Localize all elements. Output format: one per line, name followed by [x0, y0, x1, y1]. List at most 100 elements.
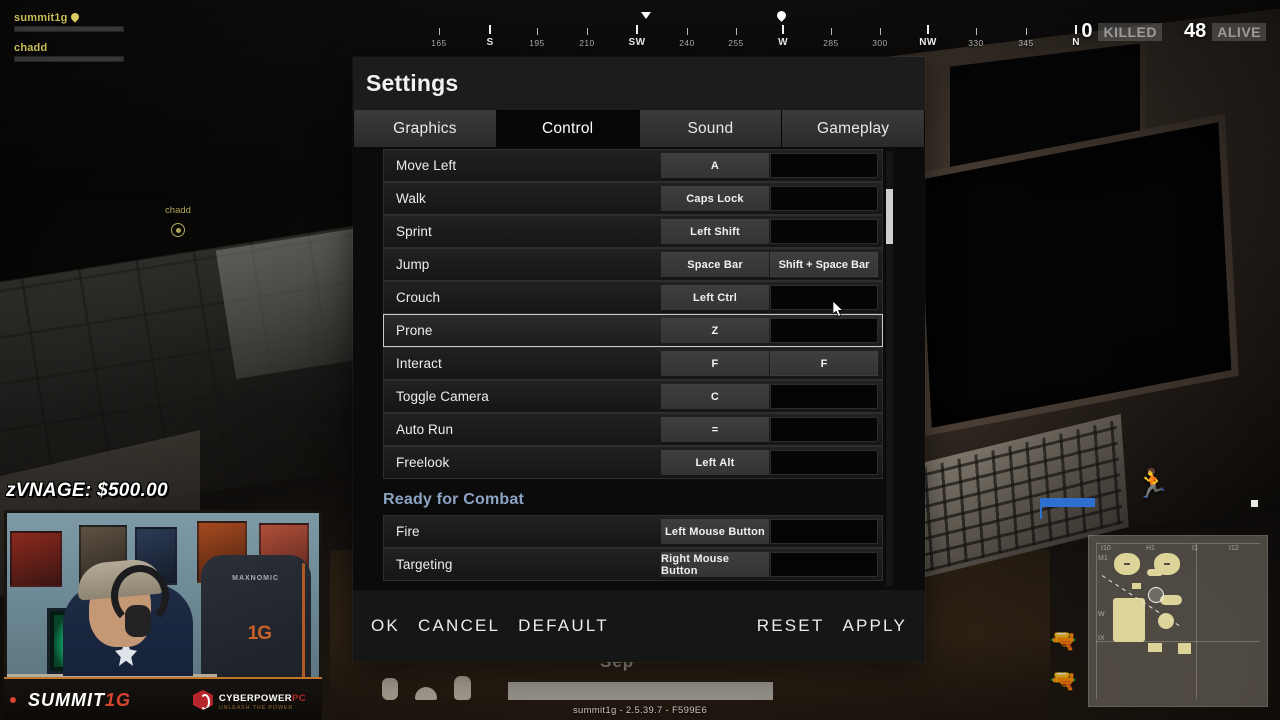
compass-tick-label: 345 [1018, 38, 1034, 48]
compass-tick-mark [879, 28, 881, 35]
keybinding-primary-key[interactable]: Left Shift [661, 219, 769, 244]
keybinding-secondary-key[interactable] [770, 384, 878, 409]
triangle-down-icon [641, 12, 651, 19]
compass-tick-mark [735, 28, 737, 35]
keybinding-row[interactable]: Sprint Left Shift [383, 215, 883, 248]
settings-dialog: Settings Graphics Control Sound Gameplay Mo… [353, 57, 925, 662]
keybinding-secondary-key[interactable] [770, 219, 878, 244]
keybinding-row[interactable]: Jump Space Bar Shift + Space Bar [383, 248, 883, 281]
tab-control[interactable]: Control [496, 110, 639, 147]
keybinding-row[interactable]: Freelook Left Alt [383, 446, 883, 479]
compass-tick: SW [617, 25, 657, 48]
rifle-icon-primary: 🔫 [1049, 628, 1077, 653]
keybinding-action-label: Prone [396, 323, 433, 338]
chair-accent-stripe [302, 563, 305, 693]
sponsor-name: CYBERPOWERPC [219, 693, 306, 704]
keybinding-action-label: Jump [396, 257, 430, 272]
minimap-gridline [1096, 543, 1260, 544]
settings-tab-bar[interactable]: Graphics Control Sound Gameplay [353, 110, 925, 147]
keybinding-action-label: Walk [396, 191, 426, 206]
tab-gameplay[interactable]: Gameplay [782, 110, 924, 147]
sponsor-text-block: CYBERPOWERPC UNLEASH THE POWER [219, 689, 306, 712]
squad-member: summit1g [14, 12, 124, 32]
compass-tick: 195 [517, 28, 557, 48]
keybinding-primary-key[interactable]: C [661, 384, 769, 409]
keybinding-primary-key[interactable]: Space Bar [661, 252, 769, 277]
minimap-building [1113, 598, 1145, 642]
keybinding-primary-key[interactable]: Left Mouse Button [661, 519, 769, 544]
squad-member-health-bar [14, 56, 124, 62]
keybinding-row[interactable]: Targeting Right Mouse Button [383, 548, 883, 581]
keybinding-secondary-key[interactable] [770, 186, 878, 211]
keybinding-primary-key[interactable]: Left Ctrl [661, 285, 769, 310]
minimap-grid-label: I10 [1101, 545, 1111, 552]
keybinding-primary-key[interactable]: A [661, 153, 769, 178]
compass-tick-label: 300 [872, 38, 888, 48]
keybinding-row[interactable]: Crouch Left Ctrl [383, 281, 883, 314]
compass-tick: 240 [667, 28, 707, 48]
hud-equipment-icons [382, 676, 471, 700]
minimap-gridline [1196, 543, 1197, 699]
reset-button[interactable]: RESET [757, 616, 825, 636]
keybinding-secondary-key[interactable] [770, 285, 878, 310]
settings-scroll-area[interactable]: Move Left A Walk Caps Lock Sprint Left Shift J… [353, 147, 925, 590]
keybinding-secondary-key[interactable] [770, 153, 878, 178]
keybinding-secondary-key[interactable] [770, 519, 878, 544]
channel-logo: SUMMIT1G [28, 690, 131, 711]
keybinding-secondary-key[interactable] [770, 450, 878, 475]
keybinding-secondary-key[interactable] [770, 552, 878, 577]
sponsor-name-suffix: PC [292, 692, 306, 704]
ok-button[interactable]: OK [371, 616, 400, 636]
compass-tick-label: 330 [968, 38, 984, 48]
minimap-building [1148, 643, 1162, 652]
keybinding-row[interactable]: Walk Caps Lock [383, 182, 883, 215]
keybinding-secondary-key[interactable] [770, 318, 878, 343]
compass-tick: 345 [1006, 28, 1046, 48]
default-button[interactable]: DEFAULT [518, 616, 609, 636]
keybinding-primary-key[interactable]: Left Alt [661, 450, 769, 475]
keybinding-action-label: Fire [396, 524, 420, 539]
keybinding-primary-key[interactable]: Z [661, 318, 769, 343]
running-player-icon: 🏃 [1135, 468, 1170, 499]
tab-sound[interactable]: Sound [639, 110, 782, 147]
compass-tick-label: 240 [679, 38, 695, 48]
keybinding-secondary-key[interactable] [770, 417, 878, 442]
keybinding-row[interactable]: Interact F F [383, 347, 883, 380]
chair-brand-label: MAXNOMIC [232, 575, 279, 582]
compass-tick-label: W [778, 37, 788, 48]
keybinding-primary-key[interactable]: = [661, 417, 769, 442]
compass-tick-label: S [486, 37, 494, 48]
compass-tick-mark [438, 28, 440, 35]
minimap-building [1178, 643, 1191, 654]
compass-tick-mark [1025, 28, 1027, 35]
compass-tick: W [763, 25, 803, 48]
keybinding-action-label: Crouch [396, 290, 441, 305]
apply-button[interactable]: APPLY [842, 616, 907, 636]
rifle-icon-secondary: 🔫 [1049, 668, 1077, 693]
compass-tick: 210 [567, 28, 607, 48]
keybinding-action-label: Targeting [396, 557, 453, 572]
keybinding-row[interactable]: Fire Left Mouse Button [383, 515, 883, 548]
scrollbar-thumb[interactable] [886, 189, 893, 244]
keybinding-secondary-key[interactable]: F [770, 351, 878, 376]
keybinding-primary-key[interactable]: Caps Lock [661, 186, 769, 211]
sponsor-logo-icon [192, 690, 213, 710]
keybinding-secondary-key[interactable]: Shift + Space Bar [770, 252, 878, 277]
hud-blue-indicator-bar [1040, 498, 1095, 519]
stream-branding-bar: SUMMIT1G CYBERPOWERPC UNLEASH THE POWER [4, 677, 322, 720]
keybinding-row[interactable]: Move Left A [383, 149, 883, 182]
compass-tick-mark [536, 28, 538, 35]
keybinding-row[interactable]: Prone Z [383, 314, 883, 347]
alive-count: 48 [1184, 20, 1207, 42]
keybinding-row[interactable]: Toggle Camera C [383, 380, 883, 413]
minimap-building [1132, 583, 1141, 589]
tab-graphics[interactable]: Graphics [354, 110, 496, 147]
keybinding-action-label: Toggle Camera [396, 389, 489, 404]
keybinding-row[interactable]: Auto Run = [383, 413, 883, 446]
section-header: Ready for Combat [383, 491, 524, 508]
keybinding-primary-key[interactable]: Right Mouse Button [661, 552, 769, 577]
tab-label: Gameplay [817, 119, 890, 137]
cancel-button[interactable]: CANCEL [418, 616, 500, 636]
hud-weapon-slots: 🔫 🔫 [975, 628, 1077, 708]
keybinding-primary-key[interactable]: F [661, 351, 769, 376]
